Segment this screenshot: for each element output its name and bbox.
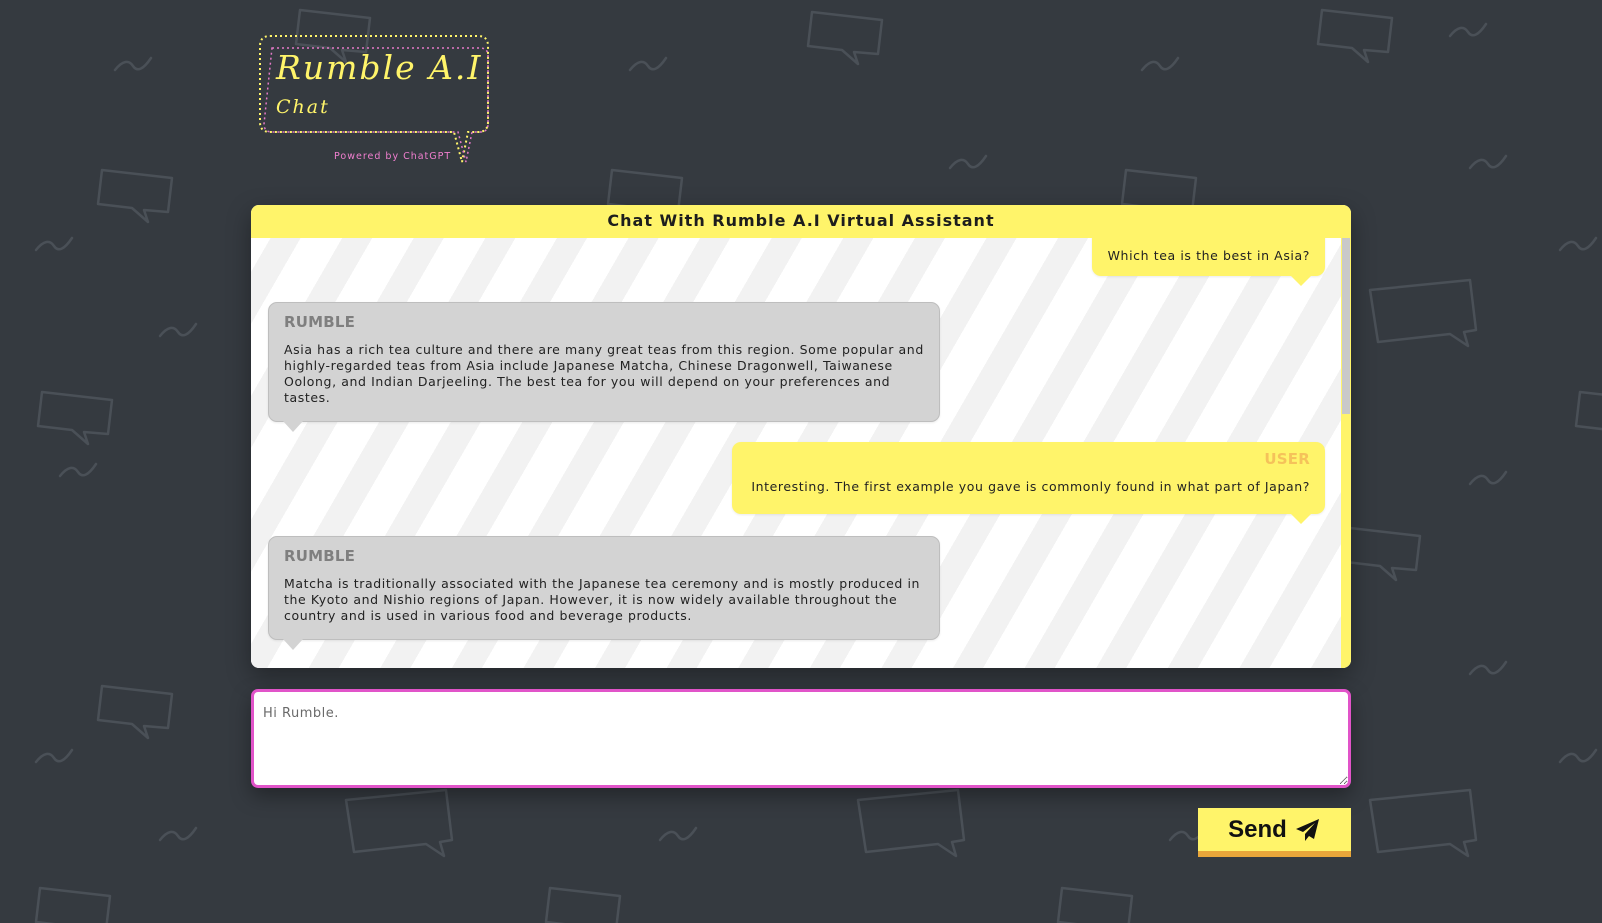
send-button[interactable]: Send <box>1198 808 1351 857</box>
chat-messages[interactable]: Which tea is the best in Asia? RUMBLE As… <box>251 238 1341 668</box>
message-sender: USER <box>1264 450 1310 468</box>
user-message: Which tea is the best in Asia? <box>1092 238 1325 286</box>
message-input[interactable] <box>251 689 1351 788</box>
app-logo: Rumble A.I Chat Powered by ChatGPT <box>258 34 493 174</box>
chat-header: Chat With Rumble A.I Virtual Assistant <box>251 205 1351 240</box>
logo-subtitle: Chat <box>276 96 330 118</box>
message-text: Which tea is the best in Asia? <box>1107 248 1310 263</box>
bot-message: RUMBLE Asia has a rich tea culture and t… <box>268 302 940 432</box>
paper-plane-icon <box>1295 818 1319 841</box>
message-sender: RUMBLE <box>284 313 356 331</box>
send-button-label: Send <box>1228 815 1287 843</box>
message-sender: RUMBLE <box>284 547 356 565</box>
user-message: USER Interesting. The first example you … <box>732 442 1325 524</box>
bubble-tail <box>1291 514 1311 524</box>
logo-powered-by: Powered by ChatGPT <box>334 151 452 162</box>
chat-panel: Chat With Rumble A.I Virtual Assistant W… <box>251 205 1351 668</box>
bubble-tail <box>283 421 303 432</box>
message-text: Matcha is traditionally associated with … <box>284 576 921 623</box>
chat-scrollbar[interactable] <box>1341 238 1351 668</box>
scrollbar-thumb[interactable] <box>1342 238 1350 414</box>
message-text: Asia has a rich tea culture and there ar… <box>284 342 924 405</box>
bot-message: RUMBLE Matcha is traditionally associate… <box>268 536 940 650</box>
bubble-tail <box>1291 276 1311 286</box>
message-text: Interesting. The first example you gave … <box>751 479 1310 494</box>
logo-title: Rumble A.I <box>276 48 483 87</box>
bubble-tail <box>283 639 303 650</box>
